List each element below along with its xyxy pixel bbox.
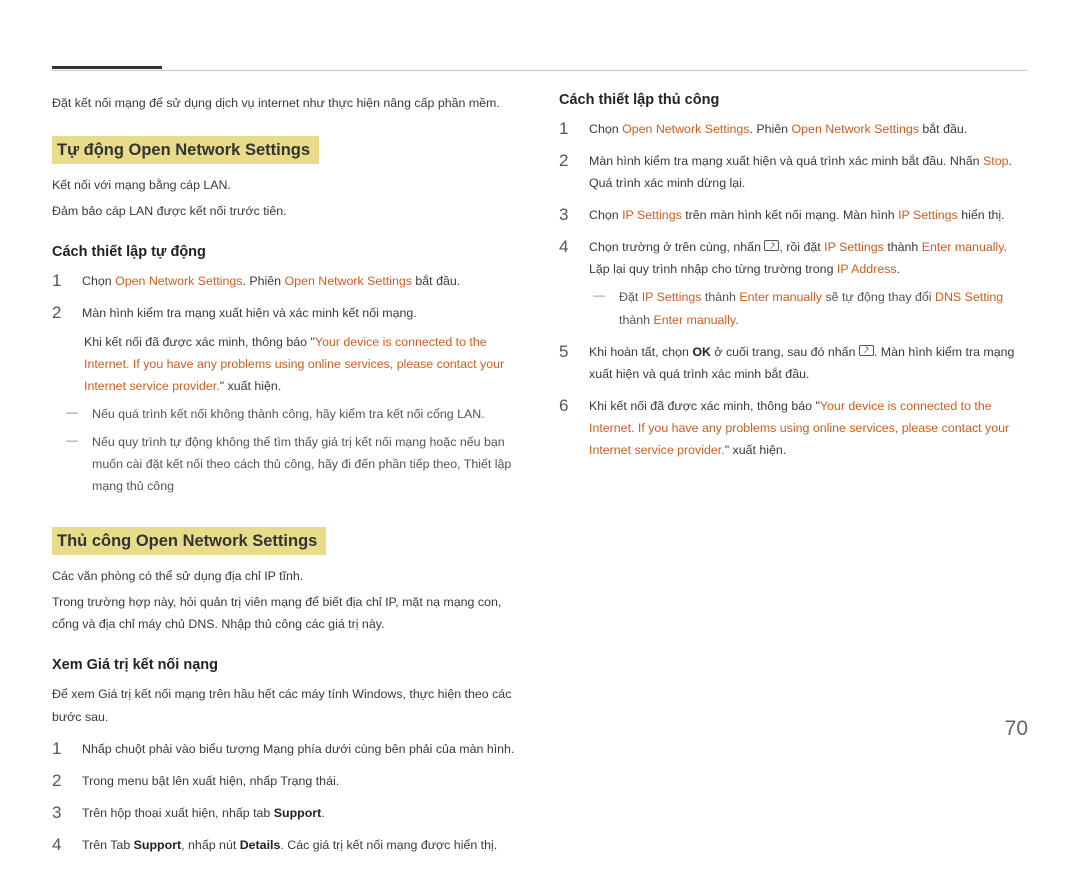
auto-step-2: 2 Màn hình kiểm tra mạng xuất hiện và xá… (52, 302, 521, 324)
step-number: 4 (52, 834, 68, 855)
subheading-view-values: Xem Giá trị kết nối nạng (52, 657, 521, 673)
section-manual: Thủ công Open Network Settings (52, 527, 521, 555)
step-text: Khi hoàn tất, chọn OK ở cuối trang, sau … (589, 341, 1028, 385)
step-text: Khi kết nối đã được xác minh, thông báo … (589, 395, 1028, 461)
enter-key-icon (764, 240, 779, 251)
dash-text: Nếu quá trình kết nối không thành công, … (92, 403, 521, 425)
step-number: 3 (559, 204, 575, 225)
step-text: Trên Tab Support, nhấp nút Details. Các … (82, 834, 521, 856)
auto-dash-2: ― Nếu quy trình tự động không thể tìm th… (52, 431, 521, 497)
auto-step-1: 1 Chọn Open Network Settings. Phiên Open… (52, 270, 521, 292)
intro-paragraph: Đặt kết nối mạng để sử dụng dịch vụ inte… (52, 92, 521, 114)
section-auto: Tự động Open Network Settings (52, 136, 521, 164)
manual-step-4: 4 Chọn trường ở trên cùng, nhấn , rồi đặ… (559, 236, 1028, 280)
dash-text: Đặt IP Settings thành Enter manually sẽ … (619, 286, 1028, 330)
step-text: Trên hộp thoại xuất hiện, nhấp tab Suppo… (82, 802, 521, 824)
auto-step-2-note: Khi kết nối đã được xác minh, thông báo … (52, 331, 521, 397)
dash-text: Nếu quy trình tự động không thể tìm thấy… (92, 431, 521, 497)
step-number: 1 (52, 738, 68, 759)
dash-icon: ― (66, 431, 82, 446)
manual-para-1: Các văn phòng có thể sử dụng địa chỉ IP … (52, 565, 521, 587)
step-text: Chọn Open Network Settings. Phiên Open N… (82, 270, 521, 292)
step-number: 4 (559, 236, 575, 257)
step-text: Chọn trường ở trên cùng, nhấn , rồi đặt … (589, 236, 1028, 280)
subheading-manual-setup: Cách thiết lập thủ công (559, 92, 1028, 108)
step-number: 5 (559, 341, 575, 362)
view-values-intro: Để xem Giá trị kết nối mạng trên hầu hết… (52, 683, 521, 727)
step-number: 1 (559, 118, 575, 139)
auto-dash-1: ― Nếu quá trình kết nối không thành công… (52, 403, 521, 425)
section-title-manual: Thủ công Open Network Settings (52, 527, 326, 555)
view-step-4: 4 Trên Tab Support, nhấp nút Details. Cá… (52, 834, 521, 856)
step-text: Chọn Open Network Settings. Phiên Open N… (589, 118, 1028, 140)
step-number: 3 (52, 802, 68, 823)
auto-para-2: Đảm bảo cáp LAN được kết nối trước tiên. (52, 200, 521, 222)
manual-step-3: 3 Chọn IP Settings trên màn hình kết nối… (559, 204, 1028, 226)
step-text: Màn hình kiểm tra mạng xuất hiện và xác … (82, 302, 521, 324)
view-step-2: 2 Trong menu bật lên xuất hiện, nhấp Trạ… (52, 770, 521, 792)
auto-para-1: Kết nối với mạng bằng cáp LAN. (52, 174, 521, 196)
dash-icon: ― (66, 403, 82, 418)
right-column: Cách thiết lập thủ công 1 Chọn Open Netw… (559, 92, 1028, 856)
step-number: 2 (52, 770, 68, 791)
step-text: Chọn IP Settings trên màn hình kết nối m… (589, 204, 1028, 226)
step-number: 1 (52, 270, 68, 291)
dash-icon: ― (593, 286, 609, 301)
step-number: 6 (559, 395, 575, 416)
subheading-auto-setup: Cách thiết lập tự động (52, 244, 521, 260)
manual-para-2: Trong trường hợp này, hỏi quản trị viên … (52, 591, 521, 635)
step-text: Trong menu bật lên xuất hiện, nhấp Trạng… (82, 770, 521, 792)
manual-step-2: 2 Màn hình kiểm tra mạng xuất hiện và qu… (559, 150, 1028, 194)
header-accent-bar (52, 66, 162, 69)
manual-step-4-note: ― Đặt IP Settings thành Enter manually s… (559, 286, 1028, 330)
view-step-3: 3 Trên hộp thoại xuất hiện, nhấp tab Sup… (52, 802, 521, 824)
view-step-1: 1 Nhấp chuột phải vào biểu tượng Mạng ph… (52, 738, 521, 760)
manual-step-1: 1 Chọn Open Network Settings. Phiên Open… (559, 118, 1028, 140)
step-text: Nhấp chuột phải vào biểu tượng Mạng phía… (82, 738, 521, 760)
page-number: 70 (1005, 717, 1028, 741)
two-column-layout: Đặt kết nối mạng để sử dụng dịch vụ inte… (52, 92, 1028, 856)
document-page: Đặt kết nối mạng để sử dụng dịch vụ inte… (0, 0, 1080, 896)
step-number: 2 (52, 302, 68, 323)
step-number: 2 (559, 150, 575, 171)
header-divider (52, 70, 1028, 71)
enter-key-icon (859, 345, 874, 356)
manual-step-5: 5 Khi hoàn tất, chọn OK ở cuối trang, sa… (559, 341, 1028, 385)
manual-step-6: 6 Khi kết nối đã được xác minh, thông bá… (559, 395, 1028, 461)
left-column: Đặt kết nối mạng để sử dụng dịch vụ inte… (52, 92, 521, 856)
section-title-auto: Tự động Open Network Settings (52, 136, 319, 164)
step-text: Màn hình kiểm tra mạng xuất hiện và quá … (589, 150, 1028, 194)
